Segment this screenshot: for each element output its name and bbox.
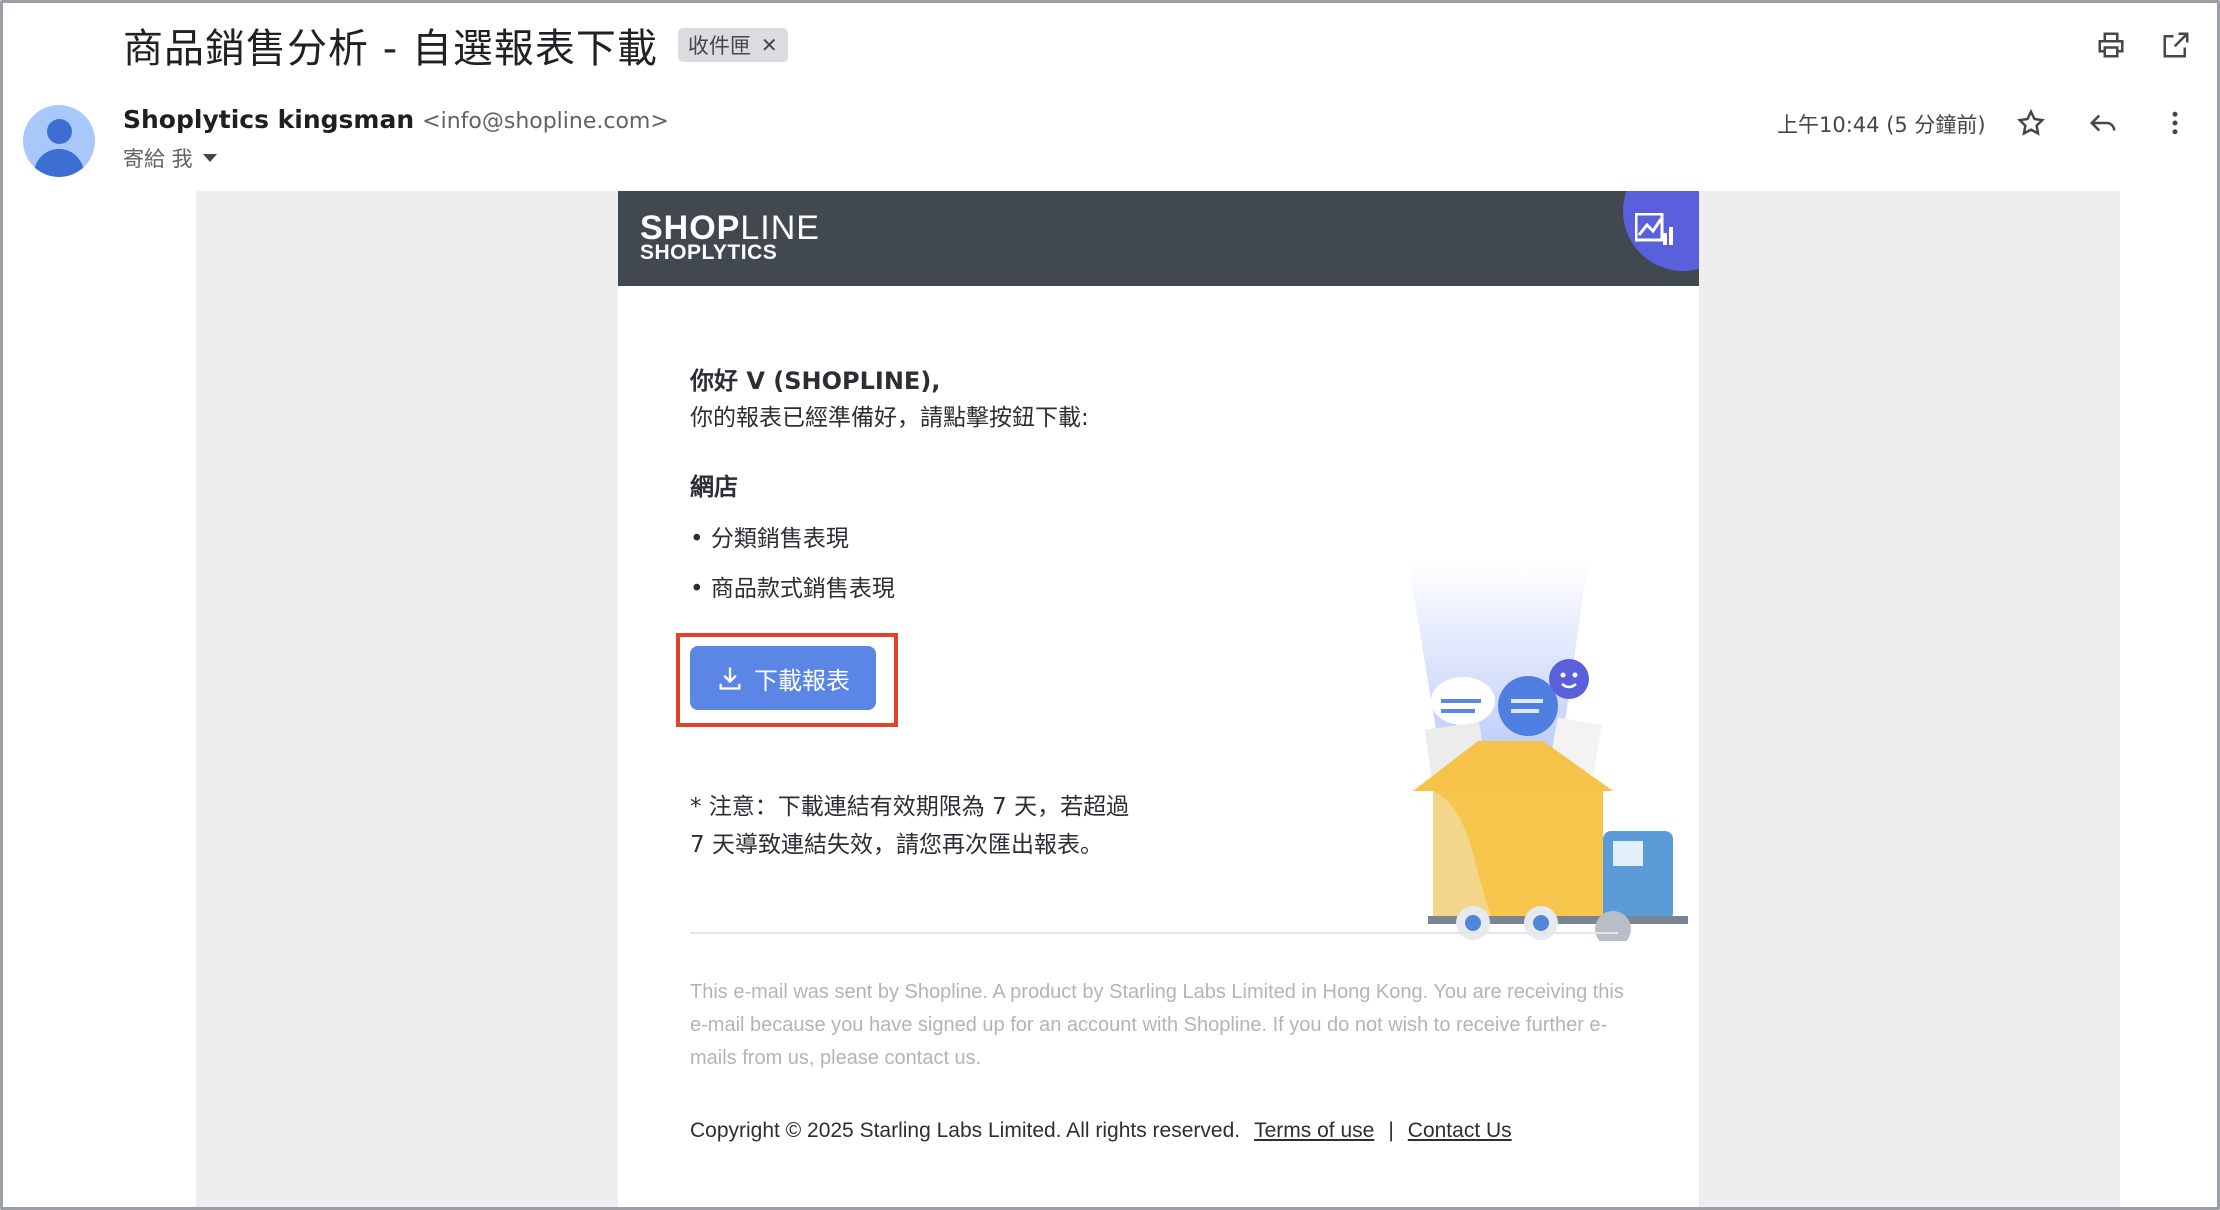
email-window: 商品銷售分析 - 自選報表下載 收件匣 ✕ Shoplytics kingsma… xyxy=(0,0,2220,1210)
reply-icon[interactable] xyxy=(2083,103,2123,143)
shopline-banner: SHOPLINE SHOPLYTICS xyxy=(618,191,1699,286)
remove-label-icon[interactable]: ✕ xyxy=(761,33,778,57)
shoplytics-logo-text: SHOPLYTICS xyxy=(640,241,778,264)
print-icon[interactable] xyxy=(2091,25,2131,65)
sender-name[interactable]: Shoplytics kingsman xyxy=(123,105,414,134)
terms-of-use-link[interactable]: Terms of use xyxy=(1254,1119,1374,1143)
note-line-1: * 注意：下載連結有效期限為 7 天，若超過 xyxy=(690,794,1130,820)
note-line-2: 7 天導致連結失效，請您再次匯出報表。 xyxy=(690,832,1103,858)
more-vert-icon[interactable] xyxy=(2155,103,2195,143)
to-text: 寄給 我 xyxy=(123,147,193,171)
delivery-truck-illustration xyxy=(1408,561,1688,941)
recipient-details-toggle[interactable]: 寄給 我 xyxy=(123,143,217,173)
sender-email: <info@shopline.com> xyxy=(422,109,669,134)
copyright-line: Copyright © 2025 Starling Labs Limited. … xyxy=(690,1119,1512,1143)
copyright-text: Copyright © 2025 Starling Labs Limited. … xyxy=(690,1119,1241,1142)
avatar-body xyxy=(34,149,84,177)
link-separator: | xyxy=(1388,1119,1394,1142)
avatar-head xyxy=(47,119,72,144)
footer-divider xyxy=(690,932,1618,934)
label-text: 收件匣 xyxy=(687,34,751,58)
footer-disclaimer: This e-mail was sent by Shopline. A prod… xyxy=(690,981,1624,1069)
intro-text: 你的報表已經準備好，請點擊按鈕下載: xyxy=(690,405,1089,431)
email-subject: 商品銷售分析 - 自選報表下載 xyxy=(123,26,658,72)
greeting: 你好 V (SHOPLINE), xyxy=(690,367,941,395)
inbox-label-chip[interactable]: 收件匣 ✕ xyxy=(677,28,788,62)
sender-avatar[interactable] xyxy=(23,105,95,177)
analytics-icon xyxy=(1635,213,1673,245)
highlight-box xyxy=(676,633,898,727)
open-in-new-icon[interactable] xyxy=(2156,25,2196,65)
section-title: 網店 xyxy=(690,473,738,501)
email-time: 上午10:44 (5 分鐘前) xyxy=(1777,113,1986,137)
report-item: • 商品款式銷售表現 xyxy=(690,576,895,602)
star-icon[interactable] xyxy=(2011,103,2051,143)
sender-line: Shoplytics kingsman <info@shopline.com> xyxy=(123,105,669,134)
report-item: • 分類銷售表現 xyxy=(690,526,849,552)
contact-us-link[interactable]: Contact Us xyxy=(1408,1119,1512,1143)
subject-row: 商品銷售分析 - 自選報表下載 收件匣 ✕ xyxy=(123,17,788,73)
chevron-down-icon[interactable] xyxy=(202,154,217,162)
